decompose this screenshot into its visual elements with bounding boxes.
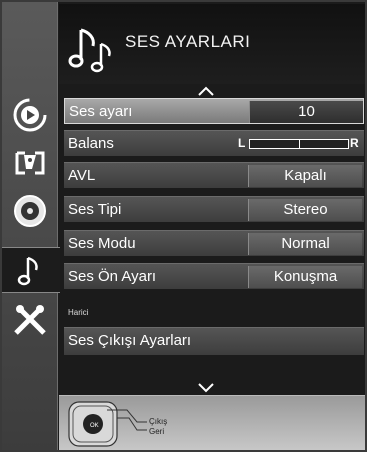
- tools-icon[interactable]: [6, 298, 54, 344]
- menu-row-balans[interactable]: Balans L R: [64, 130, 364, 156]
- music-note-icon[interactable]: [2, 247, 60, 293]
- picture-icon[interactable]: [6, 140, 54, 186]
- row-label: AVL: [68, 167, 96, 184]
- balance-marker: [299, 140, 300, 148]
- menu-row-ses-ayari[interactable]: Ses ayarı 10: [64, 98, 364, 124]
- balance-right-label: R: [350, 136, 359, 150]
- menu-header: SES AYARLARI: [59, 4, 365, 84]
- menu-row-ses-modu[interactable]: Ses Modu Normal: [64, 230, 364, 256]
- balance-left-label: L: [238, 136, 246, 150]
- menu-row-ses-tipi[interactable]: Ses Tipi Stereo: [64, 196, 364, 222]
- row-label: Ses Çıkışı Ayarları: [68, 332, 192, 349]
- hint-connector-lines: [117, 409, 147, 431]
- menu-row-avl[interactable]: AVL Kapalı: [64, 162, 364, 188]
- avl-value[interactable]: Kapalı: [248, 165, 362, 187]
- menu-row-ses-cikisi[interactable]: Ses Çıkışı Ayarları: [64, 327, 364, 355]
- row-label: Ses Tipi: [68, 201, 122, 218]
- menu-title: SES AYARLARI: [125, 32, 251, 51]
- scroll-up-icon[interactable]: [198, 86, 214, 96]
- sound-preset-value[interactable]: Konuşma: [248, 266, 362, 288]
- music-note-icon: [68, 28, 111, 73]
- row-label: Balans: [68, 135, 114, 152]
- row-label: Ses Ön Ayarı: [68, 268, 157, 285]
- row-label: Ses ayarı: [69, 103, 133, 120]
- category-rail: [2, 2, 60, 450]
- tv-menu-screen: SES AYARLARI Ses ayarı 10 Balans L R AVL…: [0, 0, 367, 452]
- source-icon[interactable]: [6, 92, 54, 138]
- ok-button-label: OK: [90, 423, 99, 429]
- sound-mode-value[interactable]: Normal: [248, 233, 362, 255]
- scroll-down-icon[interactable]: [198, 383, 214, 393]
- disc-icon[interactable]: [6, 188, 54, 234]
- balance-slider[interactable]: [249, 139, 349, 149]
- section-label: Harici: [68, 308, 89, 317]
- back-hint: Geri: [149, 427, 165, 436]
- menu-row-ses-on-ayari[interactable]: Ses Ön Ayarı Konuşma: [64, 263, 364, 289]
- sound-type-value[interactable]: Stereo: [248, 199, 362, 221]
- row-label: Ses Modu: [68, 235, 136, 252]
- volume-value[interactable]: 10: [249, 101, 363, 123]
- remote-hint-footer: OK Çıkış Geri: [59, 395, 365, 450]
- exit-hint: Çıkış: [149, 417, 168, 426]
